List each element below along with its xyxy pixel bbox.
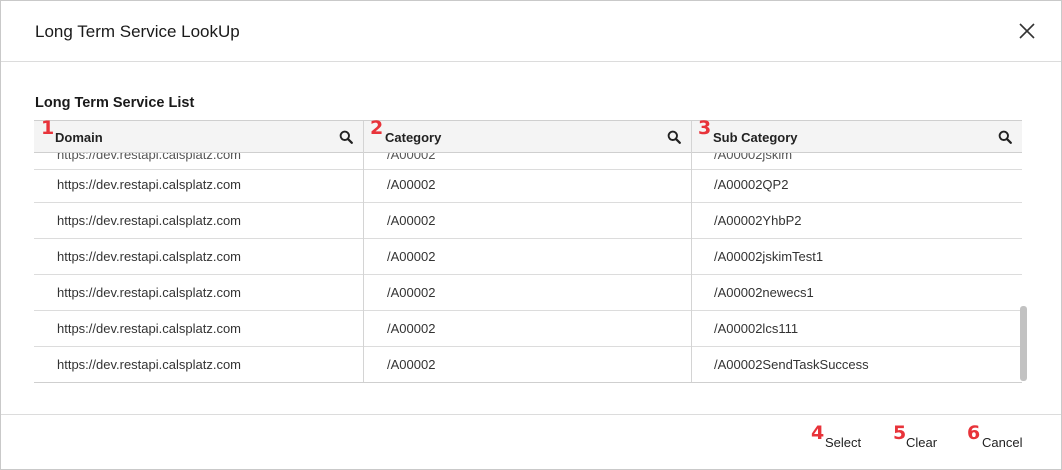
- close-button[interactable]: [1017, 21, 1037, 41]
- table-row[interactable]: https://dev.restapi.calsplatz.com /A0000…: [34, 347, 1022, 382]
- cell-sub-category: /A00002newecs1: [714, 285, 814, 300]
- table-row[interactable]: https://dev.restapi.calsplatz.com /A0000…: [34, 275, 1022, 311]
- table-header: Domain Category Sub Category: [34, 120, 1022, 153]
- footer-divider: [1, 414, 1061, 415]
- column-header-category[interactable]: Category: [364, 121, 692, 153]
- table-row[interactable]: https://dev.restapi.calsplatz.com /A0000…: [34, 203, 1022, 239]
- search-icon[interactable]: [667, 130, 681, 144]
- cell-domain: https://dev.restapi.calsplatz.com: [34, 203, 364, 239]
- cell-sub-category: /A00002YhbP2: [714, 213, 802, 228]
- dialog-title: Long Term Service LookUp: [35, 22, 240, 41]
- button-marker-4: 4: [811, 422, 825, 444]
- cell-category: /A00002: [364, 275, 692, 311]
- cancel-button[interactable]: Cancel: [982, 435, 1022, 450]
- button-marker-5: 5: [893, 422, 907, 444]
- cell-category: /A00002: [364, 203, 692, 239]
- column-marker-1: 1: [41, 117, 55, 139]
- button-marker-6: 6: [967, 422, 981, 444]
- column-header-domain[interactable]: Domain: [34, 121, 364, 153]
- clear-button[interactable]: Clear: [906, 435, 937, 450]
- lookup-dialog: Long Term Service LookUp Long Term Servi…: [0, 0, 1062, 470]
- select-button[interactable]: Select: [825, 435, 861, 450]
- table-body: https://dev.restapi.calsplatz.com /A0000…: [34, 153, 1022, 382]
- cell-category: /A00002: [364, 239, 692, 275]
- column-marker-3: 3: [698, 117, 712, 139]
- column-header-sub-category[interactable]: Sub Category: [692, 121, 1022, 153]
- dialog-header: Long Term Service LookUp: [1, 1, 1061, 62]
- cell-category: /A00002: [364, 311, 692, 347]
- cell-domain: https://dev.restapi.calsplatz.com: [34, 167, 364, 203]
- table-scrollbar[interactable]: [1020, 306, 1027, 381]
- column-header-label: Sub Category: [713, 130, 798, 145]
- search-icon[interactable]: [339, 130, 353, 144]
- cell-sub-category: /A00002SendTaskSuccess: [714, 357, 869, 372]
- cell-domain: https://dev.restapi.calsplatz.com: [34, 311, 364, 347]
- cell-category: /A00002: [364, 347, 692, 382]
- search-icon[interactable]: [998, 130, 1012, 144]
- table-row[interactable]: https://dev.restapi.calsplatz.com /A0000…: [34, 311, 1022, 347]
- cell-domain: https://dev.restapi.calsplatz.com: [34, 275, 364, 311]
- column-marker-2: 2: [370, 117, 384, 139]
- close-icon: [1019, 23, 1035, 39]
- cell-sub-category: /A00002lcs111: [714, 321, 799, 336]
- cell-category: /A00002: [364, 167, 692, 203]
- section-title: Long Term Service List: [35, 95, 195, 111]
- column-header-label: Domain: [55, 130, 103, 145]
- cell-domain: https://dev.restapi.calsplatz.com: [34, 347, 364, 382]
- cell-domain: https://dev.restapi.calsplatz.com: [34, 239, 364, 275]
- table-row[interactable]: https://dev.restapi.calsplatz.com /A0000…: [34, 167, 1022, 203]
- column-header-label: Category: [385, 130, 442, 145]
- table-row[interactable]: https://dev.restapi.calsplatz.com /A0000…: [34, 239, 1022, 275]
- cell-sub-category: /A00002jskimTest1: [714, 249, 824, 264]
- cell-sub-category: /A00002QP2: [714, 177, 789, 192]
- service-table: Domain Category Sub Category https://dev…: [34, 120, 1022, 383]
